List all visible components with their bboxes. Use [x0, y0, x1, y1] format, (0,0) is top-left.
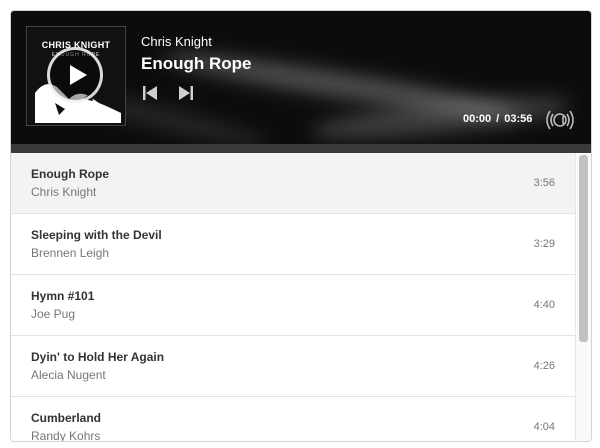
- progress-bar[interactable]: [11, 144, 591, 153]
- player-header: CHRIS KNIGHT ENOUGH ROPE Chris Knight En…: [11, 11, 591, 153]
- track-artist: Randy Kohrs: [31, 429, 101, 441]
- track-duration: 4:26: [533, 360, 555, 372]
- now-playing-title: Enough Rope: [141, 54, 252, 73]
- scrollbar-thumb[interactable]: [579, 155, 588, 342]
- playlist-item[interactable]: Dyin' to Hold Her Again Alecia Nugent 4:…: [11, 336, 575, 397]
- time-display: 00:00 / 03:56: [463, 113, 532, 125]
- playlist: Enough Rope Chris Knight 3:56 Sleeping w…: [11, 153, 575, 441]
- track-duration: 3:56: [533, 177, 555, 189]
- album-art: CHRIS KNIGHT ENOUGH ROPE: [26, 26, 126, 126]
- skip-next-icon[interactable]: [178, 85, 194, 101]
- playlist-item[interactable]: Hymn #101 Joe Pug 4:40: [11, 275, 575, 336]
- track-title: Cumberland: [31, 411, 102, 425]
- playlist-item[interactable]: Cumberland Randy Kohrs 4:04: [11, 397, 575, 441]
- track-artist: Alecia Nugent: [31, 368, 106, 382]
- track-title: Hymn #101: [31, 289, 95, 303]
- track-artist: Brennen Leigh: [31, 246, 110, 260]
- playlist-item[interactable]: Sleeping with the Devil Brennen Leigh 3:…: [11, 214, 575, 275]
- track-duration: 4:04: [533, 421, 555, 433]
- track-duration: 4:40: [533, 299, 555, 311]
- current-time: 00:00: [463, 113, 492, 125]
- track-title: Sleeping with the Devil: [31, 228, 162, 242]
- now-playing-artist: Chris Knight: [141, 34, 212, 49]
- total-time: 03:56: [504, 113, 533, 125]
- track-artist: Joe Pug: [31, 307, 76, 321]
- audio-logo-icon[interactable]: [544, 108, 576, 132]
- play-button[interactable]: [47, 47, 103, 103]
- skip-previous-icon[interactable]: [142, 85, 158, 101]
- track-artist: Chris Knight: [31, 185, 97, 199]
- audio-player: CHRIS KNIGHT ENOUGH ROPE Chris Knight En…: [10, 10, 592, 442]
- track-title: Dyin' to Hold Her Again: [31, 350, 165, 364]
- track-title: Enough Rope: [31, 167, 109, 181]
- playlist-item[interactable]: Enough Rope Chris Knight 3:56: [11, 153, 575, 214]
- playlist-scrollbar[interactable]: [575, 153, 591, 441]
- play-icon: [70, 65, 87, 85]
- time-separator: /: [496, 113, 500, 125]
- track-duration: 3:29: [533, 238, 555, 250]
